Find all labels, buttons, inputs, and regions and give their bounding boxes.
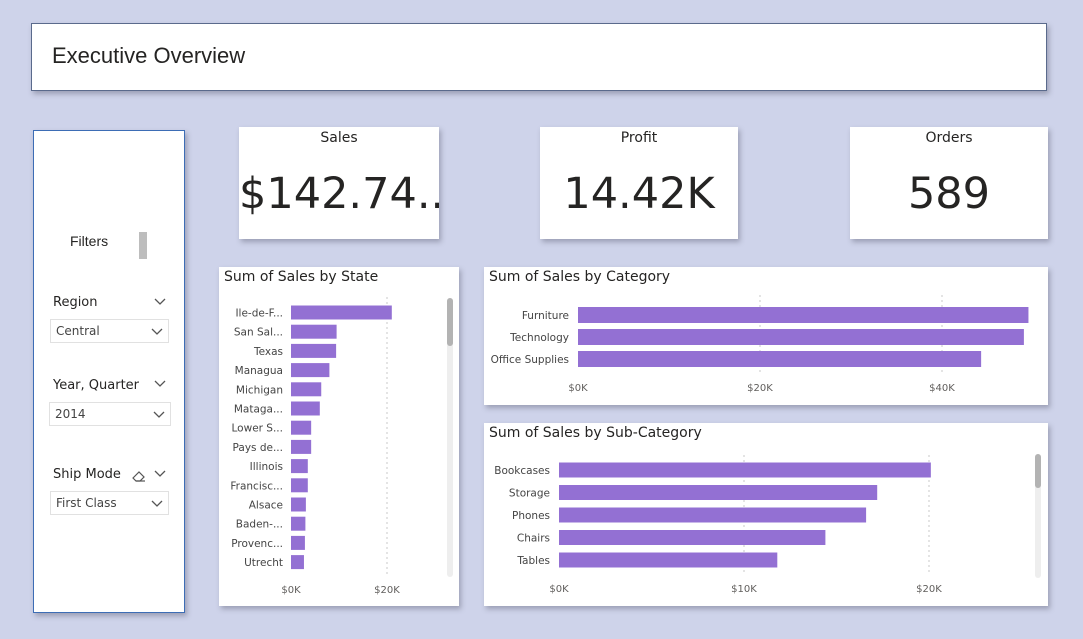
bar <box>291 439 312 454</box>
kpi-title: Profit <box>620 130 658 146</box>
kpi-title: Orders <box>925 130 973 146</box>
category-label: Pays de... <box>233 442 283 454</box>
kpi-value: $142.74... <box>239 169 439 219</box>
year-quarter-dropdown-value: 2014 <box>55 407 86 421</box>
category-label: Francisc... <box>230 480 283 492</box>
bar <box>291 478 308 493</box>
sales-by-category-chart: Sum of Sales by Category $0K $20K $40K Furn… <box>484 267 1048 405</box>
profit-kpi-card: Profit 14.42K <box>540 127 738 239</box>
eraser-icon[interactable] <box>131 469 147 483</box>
category-label: Utrecht <box>244 557 283 569</box>
filters-collapse-handle[interactable] <box>139 232 147 259</box>
chevron-down-icon <box>153 411 165 418</box>
x-tick-label: $0K <box>549 584 569 595</box>
filters-pane: Filters Region Central Year, Quarter 201… <box>33 130 185 613</box>
year-quarter-dropdown[interactable]: 2014 <box>49 402 171 426</box>
bar <box>559 462 931 478</box>
category-label: Storage <box>509 488 550 500</box>
bar <box>291 305 392 320</box>
category-label: Ile-de-F... <box>235 308 283 320</box>
chevron-down-icon <box>151 500 163 507</box>
bar <box>578 307 1029 323</box>
bar <box>291 363 330 378</box>
report-header: Executive Overview <box>31 23 1047 91</box>
bar <box>291 535 305 550</box>
ship-mode-slicer-title: Ship Mode <box>53 467 121 482</box>
bar <box>291 324 337 339</box>
sales-kpi-card: Sales $142.74... <box>239 127 439 239</box>
kpi-title: Sales <box>320 130 358 146</box>
category-label: Lower S... <box>232 423 283 435</box>
category-label: Chairs <box>517 533 550 545</box>
year-quarter-slicer-chevron-icon[interactable] <box>153 377 167 391</box>
category-label: Texas <box>253 346 283 358</box>
category-label: San Sal... <box>234 327 283 339</box>
bar <box>291 497 306 512</box>
category-label: Tables <box>516 555 550 567</box>
x-tick-label: $20K <box>916 584 942 595</box>
bar <box>291 401 320 416</box>
sales-by-sub-category-chart: Sum of Sales by Sub-Category $0K $10K $20K… <box>484 423 1048 606</box>
chevron-down-icon <box>151 328 163 335</box>
region-slicer-title: Region <box>53 295 98 310</box>
category-label: Furniture <box>522 310 569 322</box>
region-slicer-chevron-icon[interactable] <box>153 295 167 309</box>
page-title: Executive Overview <box>52 43 246 68</box>
x-tick-label: $20K <box>747 383 773 394</box>
bar <box>559 552 778 568</box>
ship-mode-dropdown[interactable]: First Class <box>50 491 169 515</box>
bar <box>291 555 304 570</box>
year-quarter-slicer-title: Year, Quarter <box>53 378 140 393</box>
ship-mode-dropdown-value: First Class <box>56 496 117 510</box>
category-label: Bookcases <box>494 465 550 477</box>
sales-by-sub-category-plot: $0K $10K $20K Bookcases Storage Phones Chairs T… <box>494 455 942 595</box>
scrollbar[interactable] <box>1035 454 1041 578</box>
category-label: Provenc... <box>231 538 283 550</box>
bar <box>578 329 1024 345</box>
bar <box>291 459 308 474</box>
sales-by-state-chart: Sum of Sales by State $0K $20K Ile-de-F...… <box>219 267 459 606</box>
x-tick-label: $0K <box>281 585 301 596</box>
x-tick-label: $10K <box>731 584 757 595</box>
bar <box>559 485 878 500</box>
x-tick-label: $0K <box>568 383 588 394</box>
region-dropdown[interactable]: Central <box>50 319 169 343</box>
bar <box>559 507 867 523</box>
sales-by-state-plot: $0K $20K Ile-de-F... San Sal... Texas Managua… <box>230 297 400 596</box>
bar <box>291 382 322 397</box>
category-label: Illinois <box>250 461 283 473</box>
kpi-value: 14.42K <box>563 169 715 219</box>
category-label: Baden-... <box>236 519 283 531</box>
region-dropdown-value: Central <box>56 324 100 338</box>
bar <box>559 530 826 545</box>
bar <box>291 516 306 531</box>
category-label: Phones <box>512 510 550 522</box>
category-label: Technology <box>509 332 569 344</box>
x-tick-label: $40K <box>929 383 955 394</box>
scrollbar-thumb[interactable] <box>447 298 453 346</box>
category-label: Mataga... <box>234 404 283 416</box>
kpi-value: 589 <box>907 169 991 219</box>
scrollbar-thumb[interactable] <box>1035 454 1041 488</box>
bar <box>291 343 337 358</box>
category-label: Michigan <box>236 384 283 396</box>
category-label: Managua <box>235 365 283 377</box>
category-label: Office Supplies <box>491 354 569 366</box>
category-label: Alsace <box>249 500 283 512</box>
x-tick-label: $20K <box>374 585 400 596</box>
bar <box>291 420 312 435</box>
sales-by-category-plot: $0K $20K $40K Furniture Technology Office Sup… <box>491 295 1029 394</box>
orders-kpi-card: Orders 589 <box>850 127 1048 239</box>
ship-mode-slicer-chevron-icon[interactable] <box>153 467 167 481</box>
scrollbar[interactable] <box>447 298 453 577</box>
bar <box>578 351 982 367</box>
filters-label: Filters <box>70 233 109 249</box>
